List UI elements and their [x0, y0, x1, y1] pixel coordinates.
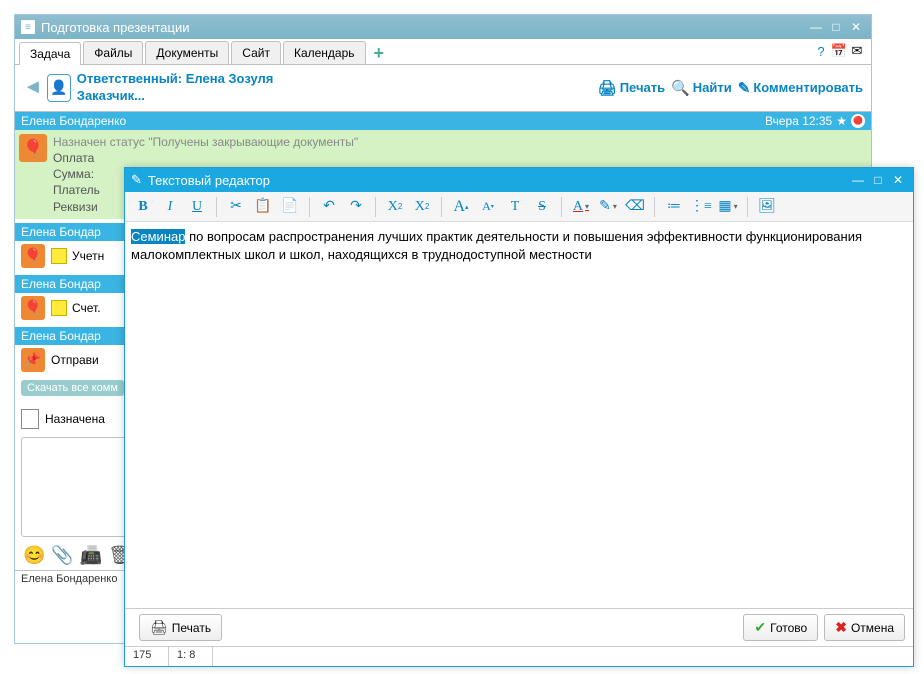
- table-button[interactable]: ▦: [716, 195, 740, 219]
- italic-button[interactable]: I: [158, 195, 182, 219]
- editor-text: по вопросам распространения лучших практ…: [131, 229, 862, 262]
- printer-icon: 🖨: [150, 619, 168, 636]
- balloon-icon: 🎈: [19, 134, 47, 162]
- main-titlebar: Подготовка презентации — □ ✕: [15, 15, 871, 39]
- tab-files[interactable]: Файлы: [83, 41, 143, 64]
- editor-print-button[interactable]: 🖨Печать: [139, 614, 222, 641]
- printer-icon: 🖨: [598, 79, 617, 97]
- close-button[interactable]: ✕: [847, 18, 865, 36]
- image-button[interactable]: 🖼: [755, 195, 779, 219]
- document-icon: [21, 409, 39, 429]
- subscript-button[interactable]: X2: [410, 195, 434, 219]
- cut-button[interactable]: ✂: [224, 195, 248, 219]
- responsible-block[interactable]: Ответственный: Елена Зозуля Заказчик...: [77, 71, 274, 105]
- mail-icon[interactable]: ✉: [849, 43, 865, 59]
- document-icon: [21, 20, 35, 34]
- undo-button[interactable]: ↶: [317, 195, 341, 219]
- number-list-button[interactable]: ⋮≡: [689, 195, 713, 219]
- feed-item-header: Елена Бондаренко Вчера 12:35 ★ 🔴: [15, 112, 871, 130]
- editor-footer: 🖨Печать ✔Готово ✖Отмена: [125, 608, 913, 646]
- save-icon[interactable]: [51, 300, 67, 316]
- calendar-mini-icon[interactable]: 📅: [831, 43, 847, 59]
- assigned-label: Назначена: [45, 412, 105, 426]
- status-char-count: 175: [125, 647, 169, 666]
- main-window-title: Подготовка презентации: [41, 20, 189, 35]
- editor-done-button[interactable]: ✔Готово: [743, 614, 818, 641]
- editor-textarea[interactable]: Семинар по вопросам распространения лучш…: [125, 222, 913, 608]
- feed-text: Счет.: [72, 301, 101, 315]
- tab-task[interactable]: Задача: [19, 42, 81, 65]
- feed-text: Учетн: [72, 249, 104, 263]
- tab-documents[interactable]: Документы: [145, 41, 229, 64]
- attach-icon[interactable]: 📎: [51, 545, 73, 566]
- feed-author: Елена Бондар: [21, 277, 101, 291]
- back-arrow-icon[interactable]: ◄: [23, 76, 43, 99]
- tab-site[interactable]: Сайт: [231, 41, 281, 64]
- balloon-icon: 🎈: [21, 296, 45, 320]
- print-action[interactable]: 🖨Печать: [598, 79, 665, 97]
- superscript-button[interactable]: X2: [383, 195, 407, 219]
- tab-calendar[interactable]: Календарь: [283, 41, 366, 64]
- pencil-icon: ✎: [738, 79, 751, 97]
- check-icon: ✔: [754, 619, 766, 636]
- editor-minimize-button[interactable]: —: [849, 171, 867, 189]
- copy-button[interactable]: 📋: [251, 195, 275, 219]
- editor-maximize-button[interactable]: □: [869, 171, 887, 189]
- selected-text: Семинар: [131, 229, 185, 244]
- bullet-list-button[interactable]: ≔: [662, 195, 686, 219]
- balloon-icon: 🎈: [21, 244, 45, 268]
- minimize-button[interactable]: —: [807, 18, 825, 36]
- maximize-button[interactable]: □: [827, 18, 845, 36]
- emoji-icon[interactable]: 😊: [23, 545, 45, 566]
- underline-button[interactable]: U: [185, 195, 209, 219]
- tab-add-button[interactable]: +: [368, 43, 391, 64]
- avatar-icon[interactable]: [47, 74, 71, 102]
- editor-cancel-button[interactable]: ✖Отмена: [824, 614, 905, 641]
- text-editor-window: ✎ Текстовый редактор — □ ✕ B I U ✂ 📋 📄 ↶…: [124, 167, 914, 667]
- highlight-button[interactable]: ✎: [596, 195, 620, 219]
- find-action[interactable]: 🔍Найти: [671, 79, 732, 97]
- font-family-button[interactable]: T: [503, 195, 527, 219]
- tabs-bar: Задача Файлы Документы Сайт Календарь + …: [15, 39, 871, 65]
- help-icon[interactable]: ?: [813, 43, 829, 59]
- font-color-button[interactable]: A: [569, 195, 593, 219]
- pin-icon: 📌: [21, 348, 45, 372]
- editor-titlebar: ✎ Текстовый редактор — □ ✕: [125, 168, 913, 192]
- comment-action[interactable]: ✎Комментировать: [738, 79, 863, 97]
- redo-button[interactable]: ↷: [344, 195, 368, 219]
- cross-icon: ✖: [835, 619, 847, 636]
- editor-toolbar: B I U ✂ 📋 📄 ↶ ↷ X2 X2 A▴ A▾ T S A ✎ ⌫ ≔ …: [125, 192, 913, 222]
- customer-label: Заказчик...: [77, 88, 274, 105]
- feed-time: Вчера 12:35: [765, 114, 832, 128]
- responsible-label: Ответственный: Елена Зозуля: [77, 71, 274, 86]
- editor-close-button[interactable]: ✕: [889, 171, 907, 189]
- feed-author: Елена Бондаренко: [21, 114, 126, 128]
- bold-button[interactable]: B: [131, 195, 155, 219]
- font-decrease-button[interactable]: A▾: [476, 195, 500, 219]
- status-text: Назначен статус "Получены закрывающие до…: [53, 134, 358, 150]
- task-header: ◄ Ответственный: Елена Зозуля Заказчик..…: [15, 65, 871, 111]
- status-cursor-pos: 1: 8: [169, 647, 213, 666]
- save-icon[interactable]: [51, 248, 67, 264]
- font-increase-button[interactable]: A▴: [449, 195, 473, 219]
- feed-text: Отправи: [51, 353, 99, 367]
- pencil-icon: ✎: [131, 172, 142, 188]
- paste-button[interactable]: 📄: [278, 195, 302, 219]
- download-all-link[interactable]: Скачать все комм: [21, 380, 124, 396]
- scanner-icon[interactable]: 📠: [80, 545, 102, 566]
- feed-author: Елена Бондар: [21, 225, 101, 239]
- flag-icon[interactable]: 🔴: [851, 114, 865, 128]
- editor-title: Текстовый редактор: [148, 173, 270, 188]
- search-icon: 🔍: [671, 79, 690, 97]
- clear-format-button[interactable]: ⌫: [623, 195, 647, 219]
- feed-author: Елена Бондар: [21, 329, 101, 343]
- editor-statusbar: 175 1: 8: [125, 646, 913, 666]
- star-icon[interactable]: ★: [836, 114, 847, 128]
- feed-line: Оплата: [53, 150, 358, 166]
- strikethrough-button[interactable]: S: [530, 195, 554, 219]
